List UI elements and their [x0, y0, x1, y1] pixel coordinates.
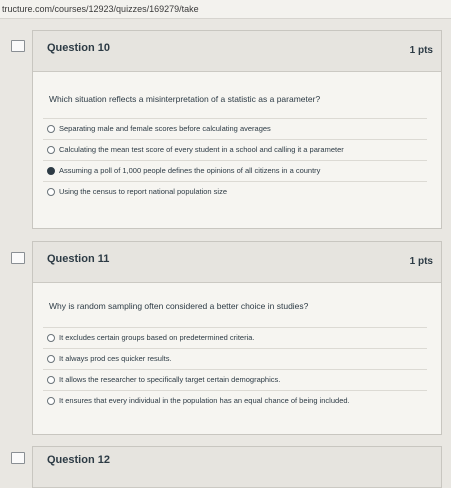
question-points: 1 pts: [409, 45, 433, 56]
radio-button[interactable]: [47, 355, 55, 363]
radio-button[interactable]: [47, 125, 55, 133]
answer-option[interactable]: Calculating the mean test score of every…: [43, 139, 427, 160]
answer-option[interactable]: It always prod ces quicker results.: [43, 348, 427, 369]
answer-label: It excludes certain groups based on pred…: [59, 333, 255, 342]
answer-option[interactable]: It excludes certain groups based on pred…: [43, 327, 427, 348]
answer-option[interactable]: Assuming a poll of 1,000 people defines …: [43, 160, 427, 181]
radio-button-selected[interactable]: [47, 167, 55, 175]
answer-label: Separating male and female scores before…: [59, 124, 271, 133]
answer-label: It ensures that every individual in the …: [59, 396, 350, 405]
question-points: 1 pts: [409, 256, 433, 267]
flag-question-12-icon[interactable]: [11, 452, 25, 464]
answer-label: Calculating the mean test score of every…: [59, 145, 344, 154]
answer-option[interactable]: Using the census to report national popu…: [43, 181, 427, 202]
answer-label: It allows the researcher to specifically…: [59, 375, 281, 384]
question-card-10: Question 10 1 pts Which situation reflec…: [32, 30, 442, 229]
question-prompt: Which situation reflects a misinterpreta…: [49, 94, 321, 104]
answer-option[interactable]: It ensures that every individual in the …: [43, 390, 427, 411]
flag-question-10-icon[interactable]: [11, 40, 25, 52]
question-header: Question 12: [33, 447, 441, 488]
answer-option[interactable]: It allows the researcher to specifically…: [43, 369, 427, 390]
question-title: Question 10: [47, 42, 110, 54]
radio-button[interactable]: [47, 188, 55, 196]
answer-label: Assuming a poll of 1,000 people defines …: [59, 166, 321, 175]
question-card-12: Question 12: [32, 446, 442, 488]
radio-button[interactable]: [47, 146, 55, 154]
address-bar[interactable]: tructure.com/courses/12923/quizzes/16927…: [0, 0, 451, 19]
question-header: Question 10 1 pts: [33, 31, 441, 72]
radio-button[interactable]: [47, 376, 55, 384]
question-header: Question 11 1 pts: [33, 242, 441, 283]
answer-label: Using the census to report national popu…: [59, 187, 228, 196]
answer-label: It always prod ces quicker results.: [59, 354, 172, 363]
flag-question-11-icon[interactable]: [11, 252, 25, 264]
question-title: Question 11: [47, 253, 110, 265]
question-card-11: Question 11 1 pts Why is random sampling…: [32, 241, 442, 435]
answer-option[interactable]: Separating male and female scores before…: [43, 118, 427, 139]
radio-button[interactable]: [47, 334, 55, 342]
question-title: Question 12: [47, 454, 110, 466]
question-prompt: Why is random sampling often considered …: [49, 301, 309, 311]
radio-button[interactable]: [47, 397, 55, 405]
